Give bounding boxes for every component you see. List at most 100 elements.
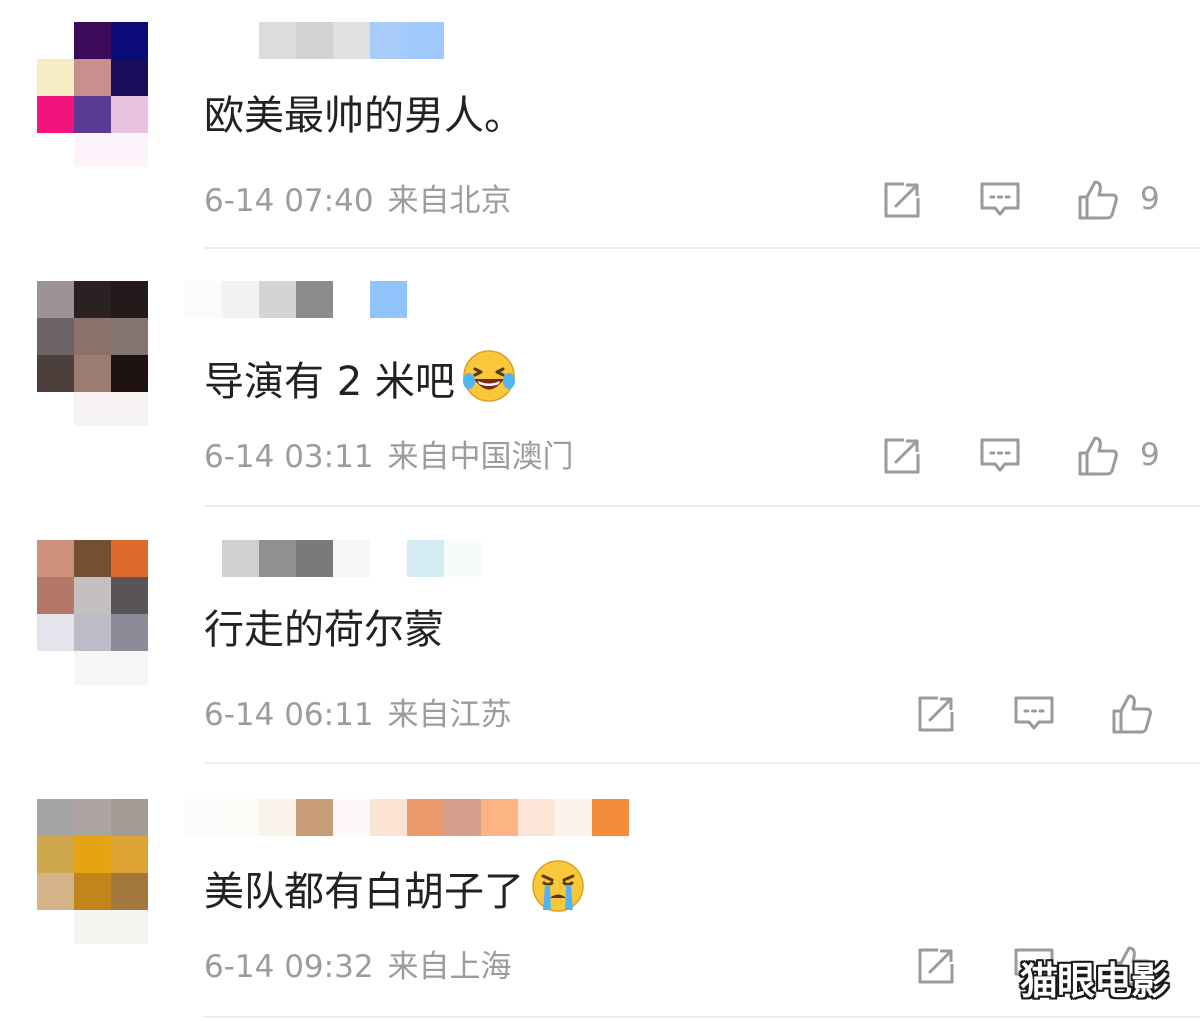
divider [204,505,1200,507]
avatar-pixel [74,873,111,910]
avatar-pixel [74,540,111,577]
comment-text: 美队都有白胡子了 [204,858,586,925]
avatar-pixel [111,577,148,614]
avatar-pixel [74,318,111,355]
comment-meta: 6-14 09:32 来自上海 [204,947,512,987]
comment-location: 来自江苏 [387,697,512,733]
comment-text-content: 行走的荷尔蒙 [204,607,444,653]
username-pixel [555,799,592,836]
username[interactable] [185,799,629,836]
username-pixel [407,540,444,577]
share-icon[interactable] [880,178,924,222]
username-pixel [592,799,629,836]
laughing-tears-emoji [461,348,517,415]
avatar-pixel [111,318,148,355]
avatar-pixel [111,59,148,96]
avatar[interactable] [37,22,148,133]
comment-text: 行走的荷尔蒙 [204,606,444,654]
username-pixel [222,22,259,59]
thumbs-up-icon[interactable] [1076,178,1120,222]
username-pixel [185,540,222,577]
comment-text: 欧美最帅的男人。 [204,92,524,140]
username-pixel [185,281,222,318]
avatar-pixel [74,614,111,651]
comment-location: 来自中国澳门 [387,439,574,475]
share-icon[interactable] [880,434,924,478]
comment-text: 导演有 2 米吧 [204,348,517,415]
username-pixel [259,540,296,577]
comment-text-content: 美队都有白胡子了 [204,868,524,915]
reply-icon[interactable] [978,434,1022,478]
avatar-pixel [37,355,74,392]
avatar-pixel [37,96,74,133]
comment-date: 6-14 03:11 [204,439,374,475]
comment-location: 来自上海 [387,949,512,985]
avatar[interactable] [37,281,148,392]
avatar-pixel [37,281,74,318]
avatar-pixel [37,873,74,910]
username-pixel [296,281,333,318]
reply-icon[interactable] [1012,692,1056,736]
avatar-pixel [111,281,148,318]
username-pixel [370,540,407,577]
username-pixel [407,22,444,59]
avatar-pixel [37,577,74,614]
username[interactable] [185,281,407,318]
comment-date: 6-14 06:11 [204,697,374,733]
avatar-pixel [74,355,111,392]
username-pixel [333,281,370,318]
comment-text-content: 导演有 2 米吧 [204,358,455,405]
username-pixel [296,799,333,836]
username[interactable] [185,540,481,577]
avatar-pixel [111,836,148,873]
username-pixel [333,540,370,577]
username-pixel [407,799,444,836]
avatar-pixel [74,577,111,614]
comment-date: 6-14 07:40 [204,183,374,219]
comment-location: 来自北京 [387,183,512,219]
comment-meta: 6-14 07:40 来自北京 [204,181,512,221]
avatar-pixel [74,799,111,836]
username-pixel [333,799,370,836]
username-pixel [259,22,296,59]
avatar-pixel [37,22,74,59]
avatar-pixel [37,540,74,577]
username-pixel [370,22,407,59]
avatar-pixel [111,355,148,392]
comment-date: 6-14 09:32 [204,949,374,985]
avatar-pixel [37,59,74,96]
crying-emoji [530,858,586,925]
avatar-fade [74,133,148,167]
avatar[interactable] [37,799,148,910]
username-pixel [222,540,259,577]
comment-meta: 6-14 06:11 来自江苏 [204,695,512,735]
avatar-pixel [74,836,111,873]
watermark: 猫眼电影 [1020,959,1169,1003]
avatar[interactable] [37,540,148,651]
avatar-pixel [37,836,74,873]
username-pixel [481,799,518,836]
divider [204,1016,1200,1018]
share-icon[interactable] [914,944,958,988]
like-count: 9 [1140,437,1160,473]
avatar-fade [74,392,148,426]
username-pixel [333,22,370,59]
avatar-pixel [111,873,148,910]
avatar-pixel [111,799,148,836]
username-pixel [222,281,259,318]
username-pixel [296,22,333,59]
username-pixel [259,799,296,836]
thumbs-up-icon[interactable] [1110,692,1154,736]
avatar-pixel [37,799,74,836]
avatar-pixel [111,614,148,651]
reply-icon[interactable] [978,178,1022,222]
share-icon[interactable] [914,692,958,736]
username[interactable] [185,22,444,59]
username-pixel [185,22,222,59]
thumbs-up-icon[interactable] [1076,434,1120,478]
avatar-pixel [74,281,111,318]
avatar-fade [74,910,148,944]
divider [204,247,1200,249]
comment-meta: 6-14 03:11 来自中国澳门 [204,437,574,477]
avatar-pixel [37,318,74,355]
